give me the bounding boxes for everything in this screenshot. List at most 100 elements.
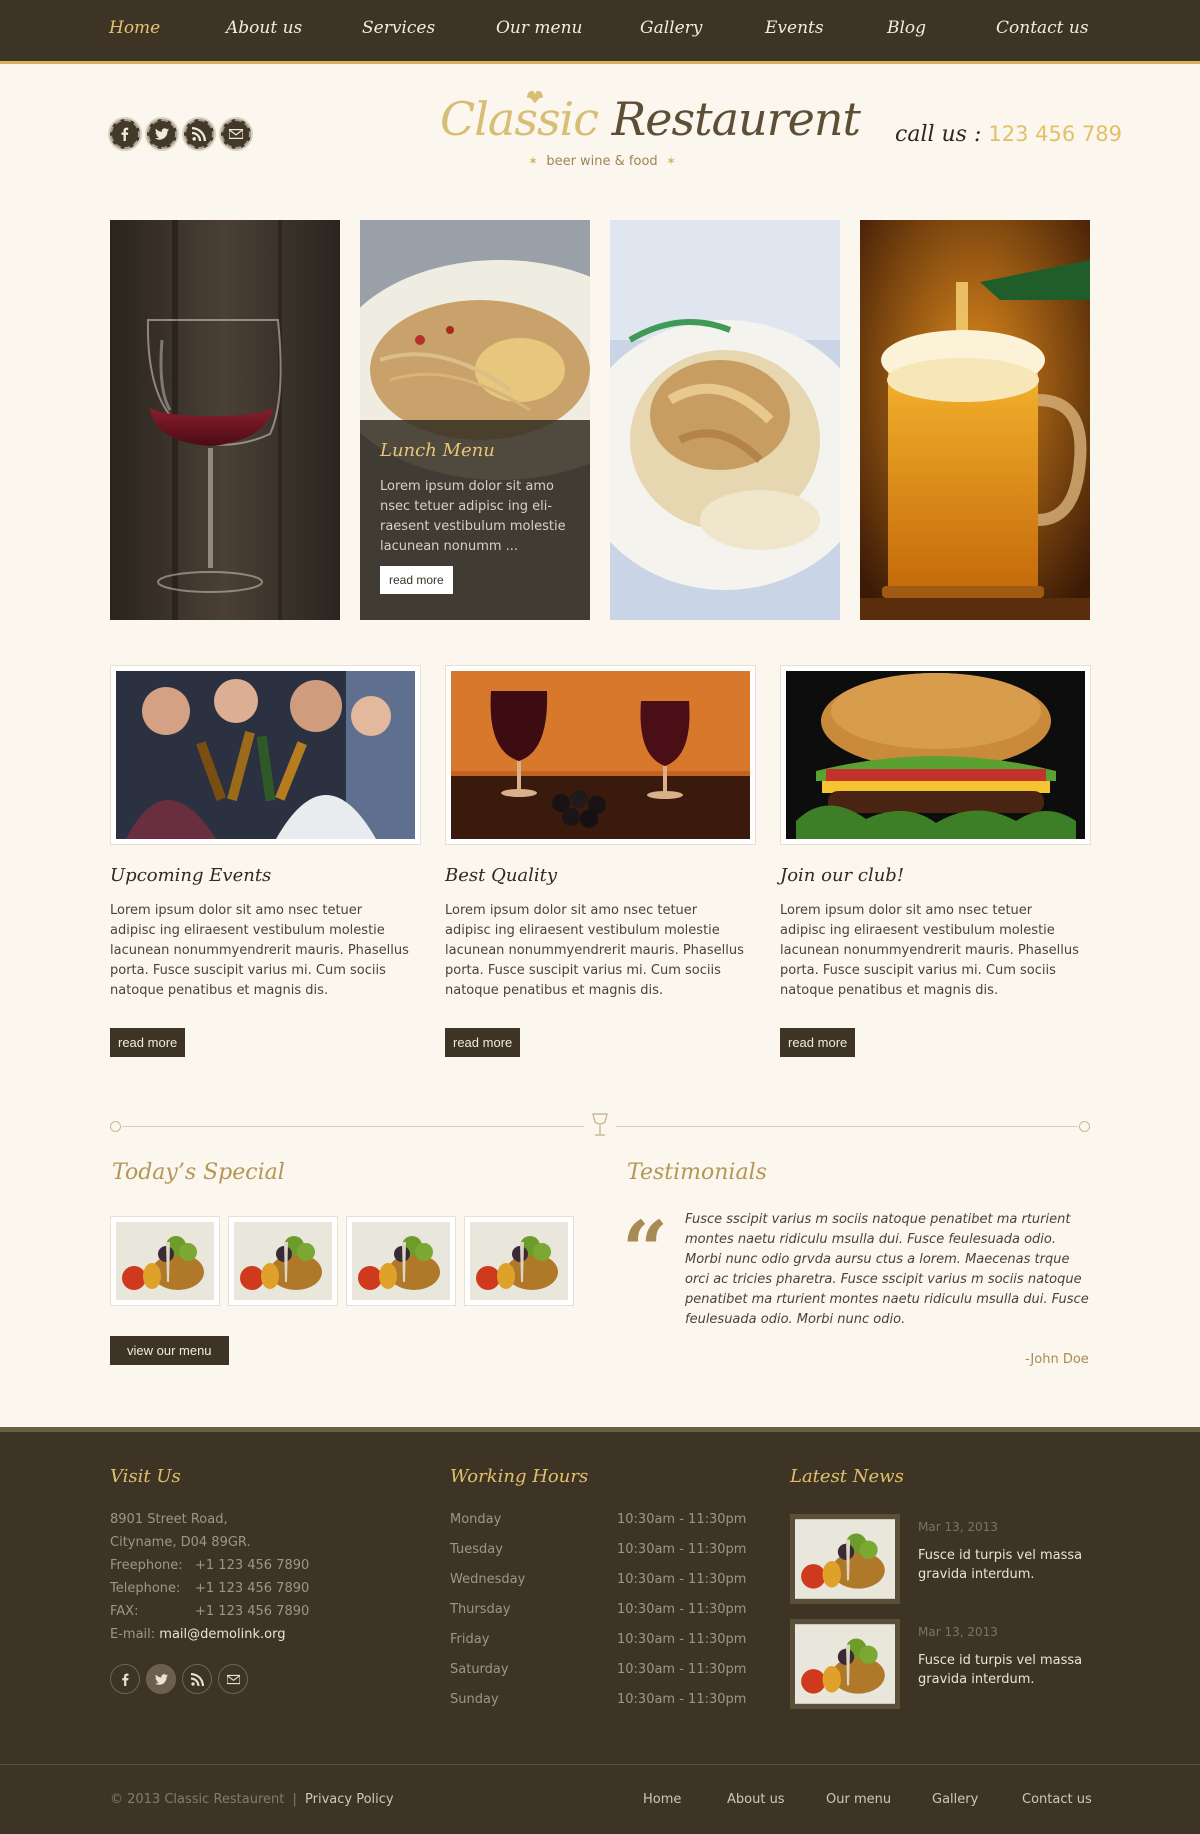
telephone-value: +1 123 456 7890: [195, 1581, 310, 1596]
footer-link-home[interactable]: Home: [643, 1792, 681, 1807]
burger-image: [786, 671, 1085, 839]
hours-day: Sunday: [450, 1692, 499, 1707]
mail-icon[interactable]: [221, 119, 251, 149]
hero-tile-dish[interactable]: [610, 220, 840, 620]
lunch-menu-title: Lunch Menu: [380, 440, 495, 461]
logo-classic: Classic: [440, 92, 599, 146]
facebook-icon[interactable]: [110, 1664, 140, 1694]
feature-image-quality[interactable]: [445, 665, 756, 845]
telephone-row: Telephone: +1 123 456 7890: [110, 1581, 309, 1596]
special-thumb[interactable]: [228, 1216, 338, 1306]
rss-icon[interactable]: [184, 119, 214, 149]
divider-dot: [1079, 1121, 1090, 1132]
hero-tile-lunch[interactable]: Lunch Menu Lorem ipsum dolor sit amo nse…: [360, 220, 590, 620]
quote-icon: “: [622, 1203, 669, 1297]
nav-services[interactable]: Services: [362, 18, 435, 38]
fax-value: +1 123 456 7890: [195, 1604, 310, 1619]
nav-about-us[interactable]: About us: [226, 18, 302, 38]
nav-blog[interactable]: Blog: [887, 18, 926, 38]
telephone-label: Telephone:: [110, 1581, 181, 1596]
news-text[interactable]: Fusce id turpis vel massa gravida interd…: [918, 1651, 1088, 1689]
hours-row: Tuesday: [450, 1542, 503, 1557]
call-us-number[interactable]: 123 456 789: [988, 122, 1122, 146]
hours-day: Friday: [450, 1632, 490, 1647]
rss-icon[interactable]: [182, 1664, 212, 1694]
email-row: E-mail: mail@demolink.org: [110, 1627, 285, 1642]
fruit-basket-image: [352, 1222, 450, 1300]
news-thumb[interactable]: [790, 1619, 900, 1709]
fruit-basket-image: [234, 1222, 332, 1300]
twitter-icon[interactable]: [147, 119, 177, 149]
special-thumb[interactable]: [346, 1216, 456, 1306]
todays-special-title: Today’s Special: [112, 1160, 285, 1185]
hours-row: Wednesday: [450, 1572, 525, 1587]
special-thumb[interactable]: [110, 1216, 220, 1306]
nav-gallery[interactable]: Gallery: [640, 18, 702, 38]
beer-mug-image: [860, 220, 1090, 620]
visit-us-title: Visit Us: [110, 1466, 181, 1487]
tagline: ✶ beer wine & food ✶: [528, 154, 676, 169]
nav-events[interactable]: Events: [765, 18, 824, 38]
hours-row: Saturday: [450, 1662, 509, 1677]
nav-home[interactable]: Home: [109, 18, 160, 38]
footer-link-our-menu[interactable]: Our menu: [826, 1792, 891, 1807]
footer-link-contact-us[interactable]: Contact us: [1022, 1792, 1092, 1807]
feature-title-quality: Best Quality: [445, 865, 558, 886]
feature-image-events[interactable]: [110, 665, 421, 845]
lunch-menu-text: Lorem ipsum dolor sit amo nsec tetuer ad…: [380, 479, 566, 554]
facebook-icon[interactable]: [110, 119, 140, 149]
hero-tile-wine[interactable]: [110, 220, 340, 620]
footer-link-gallery[interactable]: Gallery: [932, 1792, 978, 1807]
lunch-menu-panel: Lunch Menu Lorem ipsum dolor sit amo nse…: [360, 420, 590, 620]
privacy-policy-link[interactable]: Privacy Policy: [305, 1792, 394, 1807]
news-date: Mar 13, 2013: [918, 1520, 998, 1534]
wine-glass-image: [110, 220, 340, 620]
hours-row: Thursday: [450, 1602, 510, 1617]
nav-our-menu[interactable]: Our menu: [496, 18, 583, 38]
hours-row: Friday: [450, 1632, 489, 1647]
fax-label: FAX:: [110, 1604, 139, 1619]
leaf-icon: [527, 90, 543, 103]
logo[interactable]: Classic Restaurent: [440, 92, 861, 146]
hero-tile-beer[interactable]: [860, 220, 1090, 620]
hours-time: 10:30am - 11:30pm: [617, 1572, 747, 1587]
star-icon: ✶: [665, 154, 677, 168]
hours-time: 10:30am - 11:30pm: [617, 1542, 747, 1557]
call-us: call us : 123 456 789: [895, 122, 1122, 147]
nav-contact-us[interactable]: Contact us: [996, 18, 1089, 38]
news-date: Mar 13, 2013: [918, 1625, 998, 1639]
feature-text-quality: Lorem ipsum dolor sit amo nsec tetuer ad…: [445, 903, 744, 998]
club-read-more-button[interactable]: read more: [780, 1028, 856, 1057]
hours-time: 10:30am - 11:30pm: [617, 1692, 747, 1707]
hours-day: Tuesday: [450, 1542, 503, 1557]
feature-title-club: Join our club!: [780, 865, 905, 886]
fruit-basket-image: [795, 1624, 895, 1704]
email-link[interactable]: mail@demolink.org: [159, 1627, 285, 1642]
hours-time: 10:30am - 11:30pm: [617, 1632, 747, 1647]
feature-text-events: Lorem ipsum dolor sit amo nsec tetuer ad…: [110, 903, 409, 998]
testimonials-title: Testimonials: [627, 1160, 767, 1185]
logo-restaurent: Restaurent: [611, 92, 861, 146]
feature-image-club[interactable]: [780, 665, 1091, 845]
hours-day: Monday: [450, 1512, 502, 1527]
top-navigation: Home About us Services Our menu Gallery …: [0, 0, 1200, 64]
freephone-label: Freephone:: [110, 1558, 183, 1573]
divider-line: [122, 1126, 584, 1127]
copyright-separator: |: [292, 1792, 297, 1807]
news-thumb[interactable]: [790, 1514, 900, 1604]
feature-title-events: Upcoming Events: [110, 865, 272, 886]
call-us-label: call us :: [895, 122, 982, 147]
view-menu-button[interactable]: view our menu: [110, 1336, 229, 1365]
special-thumb[interactable]: [464, 1216, 574, 1306]
fax-row: FAX: +1 123 456 7890: [110, 1604, 309, 1619]
lunch-read-more-button[interactable]: read more: [380, 566, 453, 594]
tagline-text: beer wine & food: [546, 154, 658, 169]
hours-day: Wednesday: [450, 1572, 526, 1587]
footer-link-about-us[interactable]: About us: [727, 1792, 785, 1807]
quality-read-more-button[interactable]: read more: [445, 1028, 521, 1057]
freephone-row: Freephone: +1 123 456 7890: [110, 1558, 309, 1573]
news-text[interactable]: Fusce id turpis vel massa gravida interd…: [918, 1546, 1088, 1584]
mail-icon[interactable]: [218, 1664, 248, 1694]
events-read-more-button[interactable]: read more: [110, 1028, 186, 1057]
twitter-icon[interactable]: [146, 1664, 176, 1694]
